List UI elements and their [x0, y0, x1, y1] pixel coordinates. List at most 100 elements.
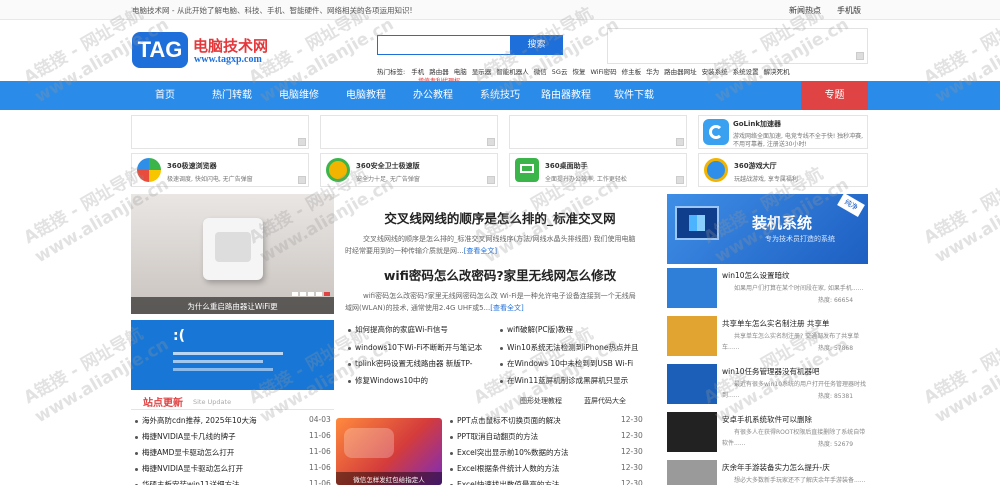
hot-tag[interactable]: 解决死机 [764, 68, 790, 76]
nav-special[interactable]: 专题 [801, 81, 868, 110]
app-card-360desktop[interactable]: 360桌面助手 全面提升办公效率, 工作更轻松 [509, 153, 687, 187]
logo-name[interactable]: 电脑技术网 [193, 35, 268, 56]
sub-link-graphics[interactable]: 图形处理教程 [520, 396, 562, 406]
update-row[interactable]: 梅捷NVIDIA显卡驱动怎么打开 [135, 463, 300, 474]
hot-tag[interactable]: 智能机器人 [496, 68, 529, 76]
headline-2-title[interactable]: wifi密码怎么改密码?家里无线网怎么修改 [345, 265, 655, 284]
ad-close-icon[interactable] [676, 138, 684, 146]
ad-close-icon[interactable] [676, 176, 684, 184]
list-item[interactable]: 修复Windows10中的 [348, 375, 488, 386]
nav-tutorial[interactable]: 电脑教程 [346, 81, 386, 110]
search-button[interactable]: 搜索 [510, 35, 563, 55]
golink-icon [703, 119, 729, 145]
hot-tag[interactable]: 5G云 [552, 68, 568, 76]
hot-tag[interactable]: 路由器 [429, 68, 449, 76]
slider[interactable]: 为什么重启路由器让WiFi更 [131, 194, 334, 314]
update-row[interactable]: 华硕主板安装win11详细方法 [135, 479, 300, 485]
side-article-thumbnail[interactable] [667, 412, 717, 452]
app-card-360game[interactable]: 360游戏大厅 玩越战游戏, 享专属福利 [698, 153, 868, 187]
ad-close-icon[interactable] [298, 176, 306, 184]
update-title: 海外高防cdn推荐, 2025年10大海 [142, 416, 257, 425]
ad-slot-2[interactable] [320, 115, 498, 149]
read-more-link[interactable]: [查看全文] [490, 304, 523, 312]
app-card-360safe[interactable]: 360安全卫士极速版 安全力十足, 无广告弹窗 [320, 153, 498, 187]
side-article-title[interactable]: 安卓手机系统软件可以删除 [722, 414, 868, 425]
nav-repair[interactable]: 电脑维修 [279, 81, 319, 110]
hot-tag[interactable]: 微信 [534, 68, 547, 76]
nav-hot[interactable]: 热门转载 [212, 81, 252, 110]
headline-1-title[interactable]: 交叉线网线的顺序是怎么排的_标准交叉网 [345, 208, 655, 227]
hot-tag[interactable]: 安装系统 [702, 68, 728, 76]
ad-close-icon[interactable] [487, 138, 495, 146]
app-title: 360极速浏览器 [167, 162, 217, 170]
update-row[interactable]: 梅捷NVIDIA显卡几线的牌子 [135, 431, 300, 442]
read-more-link[interactable]: [查看全文] [464, 247, 497, 255]
side-article-views: 热度: 52679 [818, 441, 854, 448]
slider-dot[interactable] [316, 292, 322, 296]
side-article-title[interactable]: win10任务管理器没有机器吧 [722, 366, 868, 377]
update-title: Excel根据条件统计人数的方法 [457, 464, 560, 473]
update-row[interactable]: 海外高防cdn推荐, 2025年10大海 [135, 415, 300, 426]
update-date: 11-06 [309, 431, 331, 440]
ad-slot-3[interactable] [509, 115, 687, 149]
list-item[interactable]: 在Win11蓝屏机制诊成黑屏机只显示 [500, 375, 642, 386]
update-row[interactable]: Excel突出显示前10%数据的方法 [450, 447, 615, 458]
update-row[interactable]: Excel根据条件统计人数的方法 [450, 463, 615, 474]
side-article-thumbnail[interactable] [667, 460, 717, 485]
nav-home[interactable]: 首页 [155, 81, 175, 110]
app-desc: 全面提升办公效率, 工作更轻松 [545, 176, 627, 183]
update-row[interactable]: 梅捷AMD显卡驱动怎么打开 [135, 447, 300, 458]
system-banner[interactable]: 装机系统 专为技术员打造的系统 纯净 [667, 194, 868, 264]
hot-tag[interactable]: 显示器 [472, 68, 492, 76]
nav-system[interactable]: 系统技巧 [480, 81, 520, 110]
list-item[interactable]: windows10下Wi-Fi不断断开与笔记本 [348, 342, 488, 353]
side-article-thumbnail[interactable] [667, 268, 717, 308]
side-article-title[interactable]: win10怎么设置暗纹 [722, 270, 868, 281]
update-row[interactable]: Excel快速找出数值最高的方法 [450, 479, 615, 485]
list-item[interactable]: 在Windows 10中未检到到USB Wi-Fi [500, 358, 642, 369]
hot-tag[interactable]: WiFi密码 [590, 68, 616, 76]
slider-dot[interactable] [300, 292, 306, 296]
hot-tag[interactable]: 路由器网址 [664, 68, 697, 76]
app-desc: 不用可靠着, 注册送30小时! [733, 141, 807, 148]
watermark-text: A链接 - 网址导航 www.alianjie.cn [920, 163, 1000, 268]
slider-dot-active[interactable] [324, 292, 330, 296]
app-card-360browser[interactable]: 360极速浏览器 极速调度, 快如闪电, 无广告弹窗 [131, 153, 309, 187]
app-card-golink[interactable]: GoLink加速器 游戏网络全面加速, 电竞专线不全于快! 独秒冲赛, 不用可靠… [698, 115, 868, 149]
side-article-title[interactable]: 共享单车怎么实名制注册 共享单 [722, 318, 868, 329]
ad-slot-1[interactable] [131, 115, 309, 149]
news-hot-link[interactable]: 新闻热点 [789, 5, 821, 16]
side-article-title[interactable]: 庆余年手游装备实力怎么提升-庆 [722, 462, 868, 473]
article-thumbnail[interactable]: 微信怎样发红包给指定人 [336, 418, 442, 485]
hot-tag[interactable]: 电脑 [454, 68, 467, 76]
header-ad[interactable] [607, 28, 868, 64]
side-article-thumbnail[interactable] [667, 316, 717, 356]
hot-tag[interactable]: 手机 [411, 68, 424, 76]
ad-close-icon[interactable] [856, 52, 864, 60]
hot-tag[interactable]: 修主板 [622, 68, 642, 76]
nav-router[interactable]: 路由器教程 [541, 81, 591, 110]
ad-close-icon[interactable] [298, 138, 306, 146]
list-item[interactable]: Win10系统无法检测到iPhone热点并且 [500, 342, 642, 353]
ad-close-icon[interactable] [487, 176, 495, 184]
nav-office[interactable]: 办公教程 [413, 81, 453, 110]
list-item[interactable]: tplink密码设置无线路由器 新版TP- [348, 358, 488, 369]
search-input[interactable] [377, 35, 510, 55]
bluescreen-image[interactable]: :( [131, 320, 334, 390]
update-row[interactable]: PPT点击鼠标不切换页面的解决 [450, 415, 615, 426]
update-row[interactable]: PPT取消自动翻页的方法 [450, 431, 615, 442]
logo-badge[interactable]: TAG [132, 32, 188, 68]
mobile-version-link[interactable]: 手机版 [837, 5, 861, 16]
hot-tag[interactable]: 系统设置 [733, 68, 759, 76]
list-item[interactable]: wifi破解(PC版)教程 [500, 324, 642, 335]
slider-dot[interactable] [292, 292, 298, 296]
nav-software[interactable]: 软件下载 [614, 81, 654, 110]
hot-tags-label: 热门标签: [377, 68, 406, 76]
side-article-thumbnail[interactable] [667, 364, 717, 404]
list-item[interactable]: 如何提高你的家庭Wi-Fi信号 [348, 324, 488, 335]
sub-link-bluescreen[interactable]: 蓝屏代码大全 [584, 396, 626, 406]
slider-caption: 为什么重启路由器让WiFi更 [187, 302, 278, 311]
hot-tag[interactable]: 恢复 [572, 68, 585, 76]
hot-tag[interactable]: 华为 [646, 68, 659, 76]
slider-dot[interactable] [308, 292, 314, 296]
